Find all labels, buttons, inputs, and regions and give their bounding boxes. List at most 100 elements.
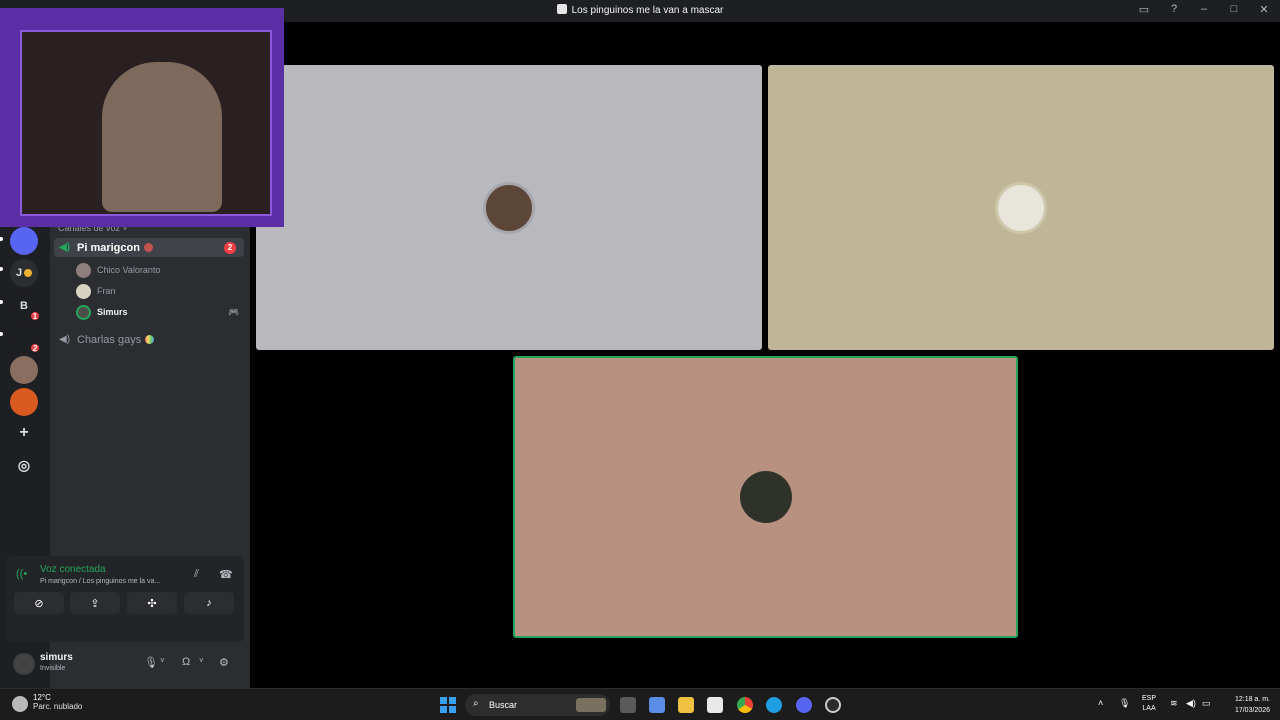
voice-member-self[interactable]: Simurs — [76, 302, 128, 322]
chevron-up-icon[interactable]: ˄ — [1098, 698, 1103, 708]
window-title-text: Los pinguinos me la van a mascar — [571, 5, 724, 16]
close-icon[interactable]: ✕ — [1256, 3, 1272, 16]
participant-avatar — [995, 181, 1047, 234]
participant-tile-1[interactable] — [256, 65, 762, 350]
voice-member[interactable]: Chico Valoranto — [76, 260, 160, 280]
voice-connection-panel: ((• Voz conectada Pi marigcon / Los ping… — [6, 556, 244, 642]
user-panel: simurs Invisible 🎙 ˅ Ω ˅ ⚙ — [6, 644, 244, 684]
date: 17/03/2026 — [1234, 707, 1270, 714]
window-controls: ▭ ? – □ ✕ — [1136, 3, 1272, 16]
participant-tile-2[interactable] — [768, 65, 1274, 350]
avatar — [76, 304, 91, 320]
headphones-icon[interactable]: Ω — [182, 656, 190, 668]
app-icon — [556, 4, 567, 14]
avatar — [76, 262, 91, 278]
avatar[interactable] — [13, 653, 35, 675]
user-status: Invisible — [40, 665, 66, 672]
disconnect-icon[interactable]: ☎ — [219, 568, 233, 581]
weather-desc: Parc. nublado — [33, 702, 83, 711]
file-explorer-icon[interactable] — [678, 697, 694, 713]
windows-taskbar: 12°C Parc. nublado ⌕ Buscar ˄ 🎙 ESP LAA ≋… — [0, 688, 1280, 720]
taskbar-search[interactable]: ⌕ Buscar — [465, 694, 610, 716]
chevron-down-icon[interactable]: ˅ — [160, 656, 165, 665]
microphone-icon[interactable]: 🎙 — [144, 656, 158, 669]
volume-icon[interactable]: ◀) — [1186, 698, 1196, 709]
server-b[interactable]: B1 — [10, 292, 41, 322]
microphone-tray-icon[interactable]: 🎙 — [1119, 698, 1130, 709]
screen-share-button[interactable]: ⇪ — [70, 592, 120, 614]
server-pill — [0, 300, 3, 304]
voice-subtitle[interactable]: Pi marigcon / Los pinguinos me la va... — [40, 578, 160, 585]
discover-icon[interactable]: ◎ — [10, 451, 38, 479]
edge-icon[interactable] — [766, 697, 782, 713]
user-name[interactable]: simurs — [40, 652, 73, 663]
weather-widget[interactable]: 12°C Parc. nublado — [12, 693, 83, 712]
unread-badge: 2 — [29, 342, 41, 354]
discord-window: Los pinguinos me la van a mascar ▭ ? – □… — [0, 0, 1280, 688]
app-icon[interactable] — [825, 697, 841, 713]
streamer-figure — [102, 62, 222, 212]
server-pill — [0, 332, 3, 336]
soundboard-button[interactable]: ♪ — [184, 592, 234, 614]
server-text-logo[interactable]: 2 — [10, 324, 41, 354]
camera-button[interactable]: ⊘ — [14, 592, 64, 614]
minimize-icon[interactable]: – — [1196, 3, 1212, 16]
camera-off-icon: ⊘ — [34, 597, 44, 610]
avatar — [76, 283, 91, 299]
lang-1: ESP — [1142, 695, 1157, 702]
server-pill — [0, 267, 3, 271]
speaker-icon: ◀) — [59, 334, 71, 345]
noise-suppression-icon[interactable]: ⫽ — [194, 568, 199, 581]
maximize-icon[interactable]: □ — [1226, 3, 1242, 16]
windows-start-icon[interactable] — [440, 697, 456, 713]
add-server-icon[interactable]: + — [10, 419, 38, 447]
server-avatar-2[interactable] — [10, 356, 38, 384]
lang-2: LAA — [1142, 705, 1156, 712]
chevron-down-icon[interactable]: ˅ — [199, 656, 204, 665]
activities-button[interactable]: ✣ — [127, 592, 177, 614]
server-b-label: B — [20, 300, 28, 312]
discord-icon[interactable] — [796, 697, 812, 713]
time: 12:18 a. m. — [1234, 696, 1270, 703]
participant-avatar — [739, 471, 792, 523]
inbox-icon[interactable]: ▭ — [1136, 3, 1152, 16]
emoji-icon — [24, 269, 33, 277]
screen-share-icon: ⇪ — [90, 597, 100, 610]
language-indicator[interactable]: ESP LAA — [1142, 694, 1156, 714]
help-icon[interactable]: ? — [1166, 3, 1182, 16]
wifi-icon[interactable]: ≋ — [1170, 698, 1178, 709]
search-label: Buscar — [489, 700, 518, 710]
clock[interactable]: 12:18 a. m. 17/03/2026 — [1235, 694, 1270, 716]
activities-icon: ✣ — [147, 597, 157, 610]
channel-emoji-icon — [143, 243, 153, 252]
voice-channel-name: Charlas gays — [77, 333, 142, 346]
participant-tile-3-speaking[interactable] — [513, 356, 1018, 638]
chrome-icon[interactable] — [737, 697, 753, 713]
voice-status[interactable]: Voz conectada — [40, 564, 106, 575]
task-view-icon[interactable] — [620, 697, 636, 713]
weather-icon — [12, 696, 28, 712]
voice-member[interactable]: Fran — [76, 281, 116, 301]
battery-icon[interactable]: ▭ — [1202, 698, 1211, 709]
copilot-icon[interactable] — [649, 697, 665, 713]
rainbow-emoji-icon — [145, 335, 155, 344]
settings-gear-icon[interactable]: ⚙ — [219, 656, 229, 669]
unread-badge: 1 — [29, 310, 41, 322]
server-pill — [0, 237, 3, 241]
server-avatar-3[interactable] — [10, 388, 38, 416]
voice-channel-other[interactable]: ◀) Charlas gays — [54, 330, 244, 349]
server-j[interactable]: J — [10, 259, 38, 287]
voice-channel-active[interactable]: ◀) Pi marigcon 2 — [54, 238, 244, 257]
server-avatar-1[interactable] — [10, 227, 38, 255]
soundboard-icon: ♪ — [206, 597, 212, 609]
discover-label: ◎ — [17, 456, 31, 473]
signal-icon: ((• — [16, 568, 28, 580]
member-name: Fran — [97, 286, 116, 296]
search-highlight-image — [576, 698, 606, 712]
store-icon[interactable] — [707, 697, 723, 713]
speaker-icon: ◀) — [59, 242, 71, 253]
server-j-label: J — [15, 267, 23, 279]
weather-temp: 12°C — [33, 693, 51, 702]
user-count-badge: 2 — [224, 241, 236, 254]
webcam-feed — [20, 30, 272, 216]
